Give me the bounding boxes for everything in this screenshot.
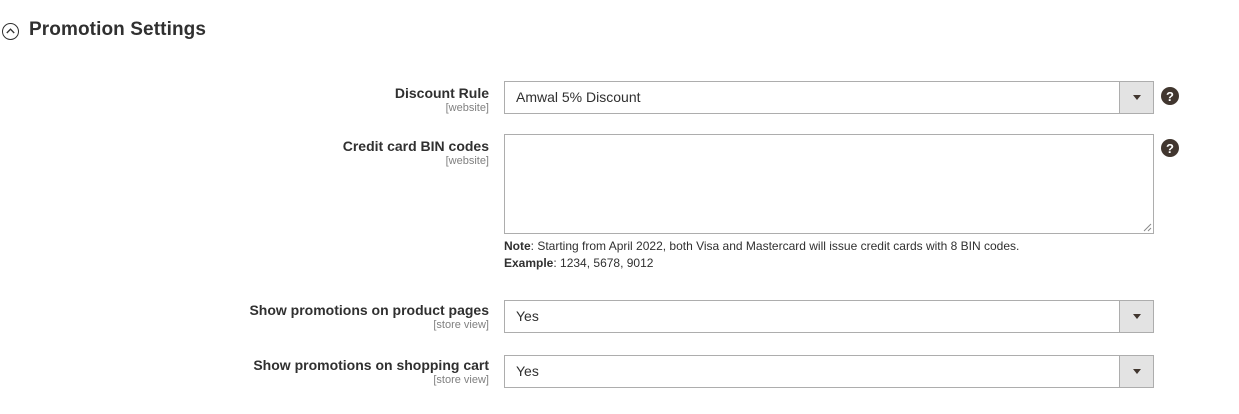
discount-rule-scope: [website] [445, 102, 489, 114]
example-label: Example [504, 256, 554, 270]
resize-grip-icon[interactable] [1143, 223, 1152, 232]
dropdown-arrow-icon[interactable] [1119, 301, 1153, 332]
show-product-select[interactable]: Yes [504, 300, 1154, 333]
show-product-label-group: Show promotions on product pages [store … [249, 302, 489, 332]
promotion-settings-header[interactable]: Promotion Settings [2, 19, 206, 41]
example-text: : 1234, 5678, 9012 [553, 256, 654, 270]
show-product-label: Show promotions on product pages [249, 302, 489, 318]
note-label: Note [504, 239, 531, 253]
show-cart-label: Show promotions on shopping cart [253, 357, 489, 373]
dropdown-arrow-icon[interactable] [1119, 356, 1153, 387]
dropdown-arrow-icon[interactable] [1119, 82, 1153, 113]
discount-rule-value: Amwal 5% Discount [516, 89, 641, 105]
admin-config-page: Promotion Settings Discount Rule [websit… [0, 0, 1239, 414]
show-product-value: Yes [516, 308, 539, 324]
help-icon[interactable]: ? [1161, 139, 1179, 157]
bin-codes-textarea[interactable] [504, 134, 1154, 234]
discount-rule-label-group: Discount Rule [website] [395, 85, 489, 115]
bin-codes-scope: [website] [445, 155, 489, 167]
bin-codes-note: Note: Starting from April 2022, both Vis… [504, 238, 1019, 272]
discount-rule-label: Discount Rule [394, 85, 489, 101]
show-cart-label-group: Show promotions on shopping cart [store … [253, 357, 489, 387]
help-icon[interactable]: ? [1161, 87, 1179, 105]
discount-rule-select[interactable]: Amwal 5% Discount [504, 81, 1154, 114]
bin-codes-label: Credit card BIN codes [342, 138, 489, 154]
section-title: Promotion Settings [29, 19, 207, 40]
show-product-scope: [store view] [433, 319, 489, 331]
bin-codes-label-group: Credit card BIN codes [website] [343, 138, 489, 168]
show-cart-value: Yes [516, 363, 539, 379]
note-text: : Starting from April 2022, both Visa an… [530, 239, 1020, 253]
chevron-up-icon[interactable] [2, 22, 19, 40]
show-cart-select[interactable]: Yes [504, 355, 1154, 388]
show-cart-scope: [store view] [433, 374, 489, 386]
